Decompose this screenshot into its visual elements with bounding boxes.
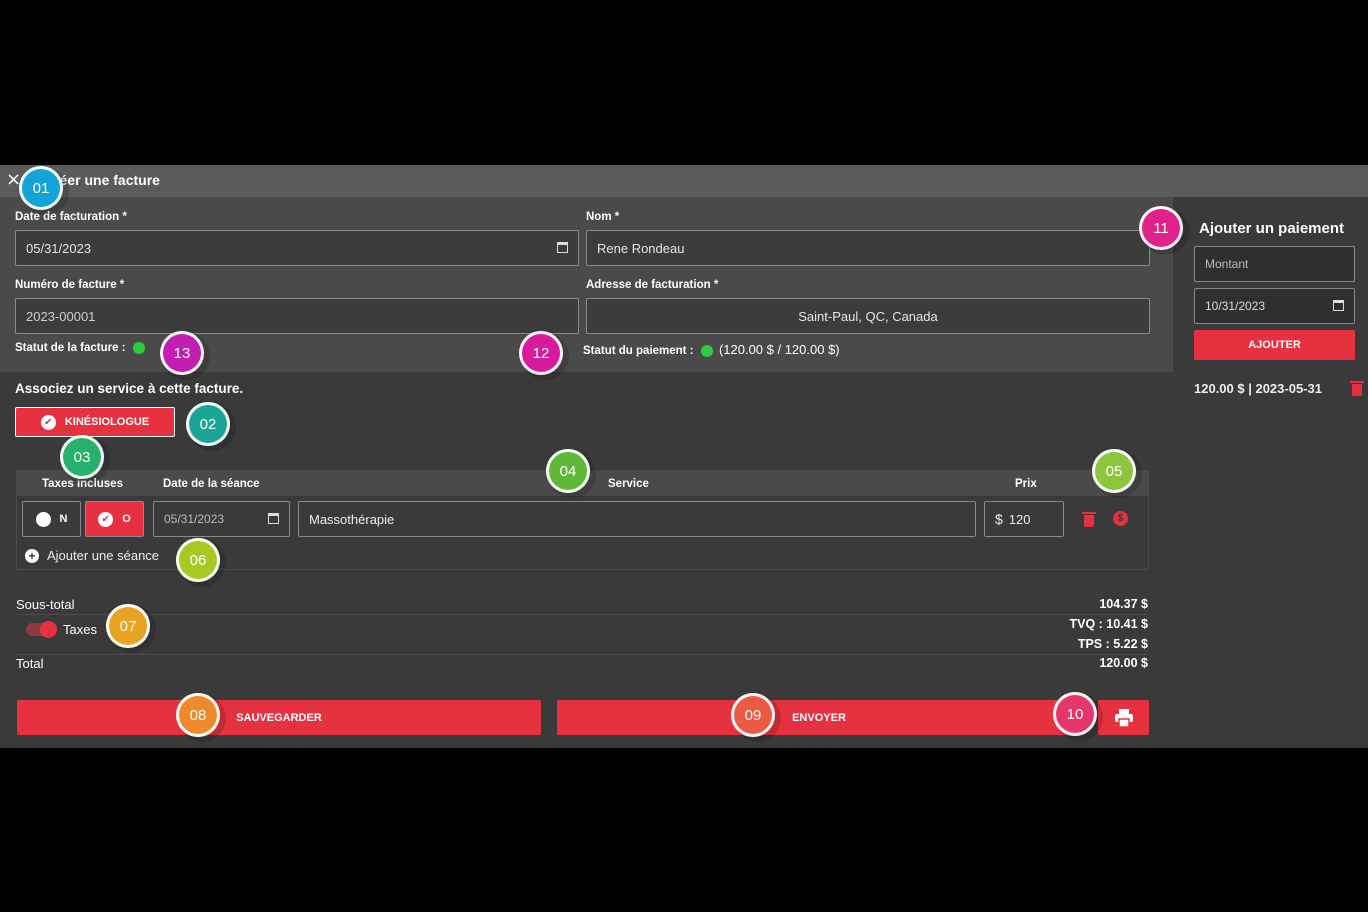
badge-06: 06 xyxy=(176,538,220,582)
divider xyxy=(16,614,1149,615)
name-label: Nom * xyxy=(586,211,620,223)
print-button[interactable] xyxy=(1098,700,1149,735)
price-field[interactable]: $ 120 xyxy=(984,501,1064,537)
badge-03: 03 xyxy=(60,435,104,479)
price-value: 120 xyxy=(1008,511,1031,527)
invoice-number-value: 2023-00001 xyxy=(26,308,96,324)
badge-04: 04 xyxy=(546,449,590,493)
amount-input[interactable]: Montant xyxy=(1194,246,1355,282)
taxes-label: Taxes xyxy=(63,622,97,637)
payment-date-input[interactable]: 10/31/2023 xyxy=(1194,288,1355,324)
payment-entry: 120.00 $ | 2023-05-31 xyxy=(1194,381,1322,396)
dollar-icon[interactable]: $ xyxy=(1113,511,1128,526)
badge-01: 01 xyxy=(19,166,63,210)
currency-symbol: $ xyxy=(995,511,1003,527)
modal-titlebar: × Créer une facture xyxy=(0,165,1368,197)
address-label: Adresse de facturation * xyxy=(586,279,719,291)
address-value: Saint-Paul, QC, Canada xyxy=(798,308,938,324)
add-payment-button[interactable]: AJOUTER xyxy=(1194,330,1355,360)
check-icon: ✔ xyxy=(98,511,114,527)
badge-09: 09 xyxy=(731,693,775,737)
add-session-button[interactable]: + Ajouter une séance xyxy=(25,548,159,563)
badge-13: 13 xyxy=(160,331,204,375)
header-price: Prix xyxy=(1015,478,1037,490)
tvq-value: TVQ : 10.41 $ xyxy=(1069,617,1148,631)
service-field[interactable]: Massothérapie xyxy=(298,501,976,537)
tax-yes-toggle[interactable]: ✔ O xyxy=(85,501,144,537)
payment-sidebar: Ajouter un paiement Montant 10/31/2023 A… xyxy=(1173,197,1368,748)
payment-status-label: Statut du paiement : xyxy=(583,345,694,357)
invoice-status: Statut de la facture : xyxy=(15,342,145,354)
save-button[interactable]: SAUVEGARDER xyxy=(17,700,541,735)
total-value: 120.00 $ xyxy=(1099,656,1148,670)
badge-07: 07 xyxy=(106,604,150,648)
delete-payment-trash-icon[interactable] xyxy=(1350,381,1364,396)
session-date-field[interactable]: 05/31/2023 xyxy=(153,501,290,537)
address-field[interactable]: Saint-Paul, QC, Canada xyxy=(586,298,1150,334)
calendar-icon[interactable] xyxy=(1333,300,1344,311)
plus-icon: + xyxy=(25,548,39,563)
badge-05: 05 xyxy=(1092,449,1136,493)
kinesiologue-service-button[interactable]: ✔ KINÉSIOLOGUE xyxy=(15,407,175,437)
tax-yes-label: O xyxy=(122,513,131,525)
radio-icon xyxy=(35,511,51,527)
billing-date-label: Date de facturation * xyxy=(15,211,127,223)
service-value: Massothérapie xyxy=(309,511,395,527)
service-button-label: KINÉSIOLOGUE xyxy=(64,416,150,428)
invoice-number-label: Numéro de facture * xyxy=(15,279,125,291)
header-service: Service xyxy=(608,478,649,490)
delete-row-trash-icon[interactable] xyxy=(1082,512,1096,527)
subtotal-label: Sous-total xyxy=(16,597,75,612)
check-icon: ✔ xyxy=(40,414,56,430)
billing-date-field[interactable]: 05/31/2023 xyxy=(15,230,579,266)
payment-status-dot xyxy=(700,344,713,357)
total-label: Total xyxy=(16,656,44,671)
header-date: Date de la séance xyxy=(163,478,260,490)
badge-08: 08 xyxy=(176,693,220,737)
tax-no-label: N xyxy=(59,513,68,525)
payment-status-value: (120.00 $ / 120.00 $) xyxy=(718,342,840,357)
billing-date-value: 05/31/2023 xyxy=(26,240,92,256)
payment-date-value: 10/31/2023 xyxy=(1205,299,1266,313)
payment-title: Ajouter un paiement xyxy=(1199,220,1345,237)
name-field[interactable]: Rene Rondeau xyxy=(586,230,1150,266)
amount-placeholder: Montant xyxy=(1205,257,1249,271)
badge-11: 11 xyxy=(1139,206,1183,250)
calendar-icon[interactable] xyxy=(557,242,568,253)
session-date-value: 05/31/2023 xyxy=(164,512,225,526)
tax-no-toggle[interactable]: N xyxy=(22,501,81,537)
printer-icon xyxy=(1114,708,1133,727)
divider xyxy=(16,654,1149,655)
tps-value: TPS : 5.22 $ xyxy=(1077,637,1148,651)
header-taxes: Taxes incluses xyxy=(42,478,123,490)
calendar-icon[interactable] xyxy=(268,513,279,524)
invoice-modal: × Créer une facture Date de facturation … xyxy=(0,165,1368,748)
taxes-toggle-switch[interactable] xyxy=(26,621,57,638)
name-value: Rene Rondeau xyxy=(597,240,685,256)
badge-12: 12 xyxy=(519,331,563,375)
invoice-status-label: Statut de la facture : xyxy=(15,342,126,355)
send-button[interactable]: ENVOYER xyxy=(557,700,1081,735)
badge-02: 02 xyxy=(186,402,230,446)
subtotal-value: 104.37 $ xyxy=(1099,597,1148,611)
services-title: Associez un service à cette facture. xyxy=(15,381,244,396)
badge-10: 10 xyxy=(1053,692,1097,736)
add-session-label: Ajouter une séance xyxy=(47,548,160,563)
invoice-status-dot xyxy=(132,342,145,354)
payment-status: Statut du paiement : (120.00 $ / 120.00 … xyxy=(583,342,840,357)
invoice-number-field[interactable]: 2023-00001 xyxy=(15,298,579,334)
